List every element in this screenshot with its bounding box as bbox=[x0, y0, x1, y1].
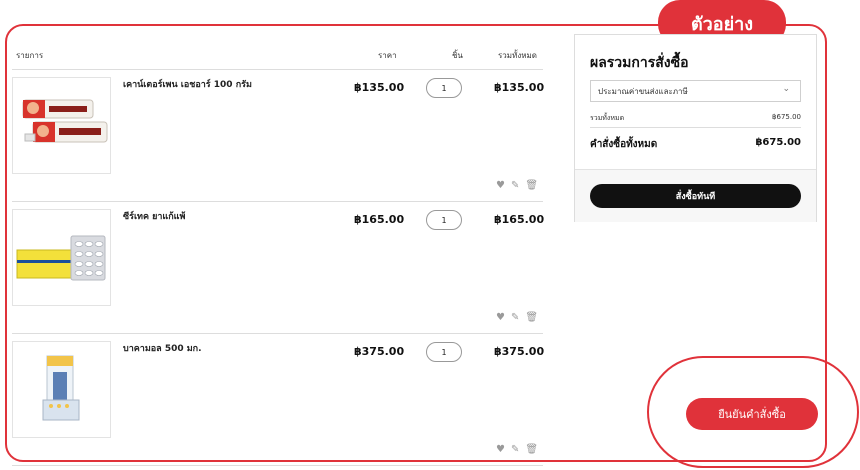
quantity-input[interactable]: 1 bbox=[426, 78, 462, 98]
trash-icon[interactable]: 🗑 bbox=[525, 180, 538, 191]
row-actions: ♥ ✎ 🗑 bbox=[496, 180, 538, 191]
pencil-icon[interactable]: ✎ bbox=[511, 444, 519, 455]
product-name[interactable]: เคาน์เตอร์เพน เอชอาร์ 100 กรัม bbox=[123, 77, 252, 91]
row-total: ฿135.00 bbox=[494, 81, 545, 94]
product-price: ฿135.00 bbox=[354, 81, 405, 94]
summary-title: ผลรวมการสั่งซื้อ bbox=[590, 55, 689, 71]
divider bbox=[590, 127, 801, 128]
grand-total-row: คำสั่งซื้อทั้งหมด ฿675.00 bbox=[590, 137, 801, 152]
product-name[interactable]: บาคามอล 500 มก. bbox=[123, 341, 202, 355]
subtotal-row: รวมทั้งหมด ฿675.00 bbox=[590, 113, 801, 124]
product-price: ฿165.00 bbox=[354, 213, 405, 226]
subtotal-label: รวมทั้งหมด bbox=[590, 114, 625, 122]
heart-icon[interactable]: ♥ bbox=[496, 180, 505, 191]
product-image[interactable] bbox=[12, 209, 111, 306]
subtotal-value: ฿675.00 bbox=[772, 113, 801, 121]
cart-header: รายการ ราคา ชิ้น รวมทั้งหมด bbox=[12, 40, 543, 70]
quantity-input[interactable]: 1 bbox=[426, 210, 462, 230]
column-item: รายการ bbox=[16, 51, 44, 60]
product-image[interactable] bbox=[12, 341, 111, 438]
cart-row: เคาน์เตอร์เพน เอชอาร์ 100 กรัม ฿135.00 1… bbox=[12, 70, 545, 202]
product-image[interactable] bbox=[12, 77, 111, 174]
chevron-down-icon: ⌄ bbox=[782, 84, 790, 94]
row-total: ฿375.00 bbox=[494, 345, 545, 358]
pencil-icon[interactable]: ✎ bbox=[511, 312, 519, 323]
grand-total-label: คำสั่งซื้อทั้งหมด bbox=[590, 139, 658, 150]
trash-icon[interactable]: 🗑 bbox=[525, 312, 538, 323]
quantity-input[interactable]: 1 bbox=[426, 342, 462, 362]
trash-icon[interactable]: 🗑 bbox=[525, 444, 538, 455]
cart-row: ซีร์เทค ยาแก้แพ้ ฿165.00 1 ฿165.00 ♥ ✎ 🗑 bbox=[12, 202, 545, 334]
product-name[interactable]: ซีร์เทค ยาแก้แพ้ bbox=[123, 209, 185, 223]
column-qty: ชิ้น bbox=[452, 51, 463, 60]
confirm-order-button[interactable]: ยืนยันคำสั่งซื้อ bbox=[686, 398, 818, 430]
row-actions: ♥ ✎ 🗑 bbox=[496, 444, 538, 455]
row-actions: ♥ ✎ 🗑 bbox=[496, 312, 538, 323]
order-summary: ผลรวมการสั่งซื้อ ประมาณค่าขนส่งและภาษี ⌄… bbox=[574, 34, 817, 222]
cart-row: บาคามอล 500 มก. ฿375.00 1 ฿375.00 ♥ ✎ 🗑 bbox=[12, 334, 545, 466]
heart-icon[interactable]: ♥ bbox=[496, 312, 505, 323]
column-price: ราคา bbox=[378, 51, 397, 60]
cart-table: รายการ ราคา ชิ้น รวมทั้งหมด เคาน์เตอร์เพ… bbox=[12, 40, 545, 466]
shipping-tax-select[interactable]: ประมาณค่าขนส่งและภาษี ⌄ bbox=[590, 80, 801, 102]
row-total: ฿165.00 bbox=[494, 213, 545, 226]
buy-now-button[interactable]: สั่งซื้อทันที bbox=[590, 184, 801, 208]
summary-footer: สั่งซื้อทันที bbox=[575, 169, 816, 222]
grand-total-value: ฿675.00 bbox=[755, 137, 801, 148]
heart-icon[interactable]: ♥ bbox=[496, 444, 505, 455]
product-price: ฿375.00 bbox=[354, 345, 405, 358]
pencil-icon[interactable]: ✎ bbox=[511, 180, 519, 191]
shipping-tax-select-label: ประมาณค่าขนส่งและภาษี bbox=[598, 86, 688, 96]
column-total: รวมทั้งหมด bbox=[498, 51, 537, 60]
